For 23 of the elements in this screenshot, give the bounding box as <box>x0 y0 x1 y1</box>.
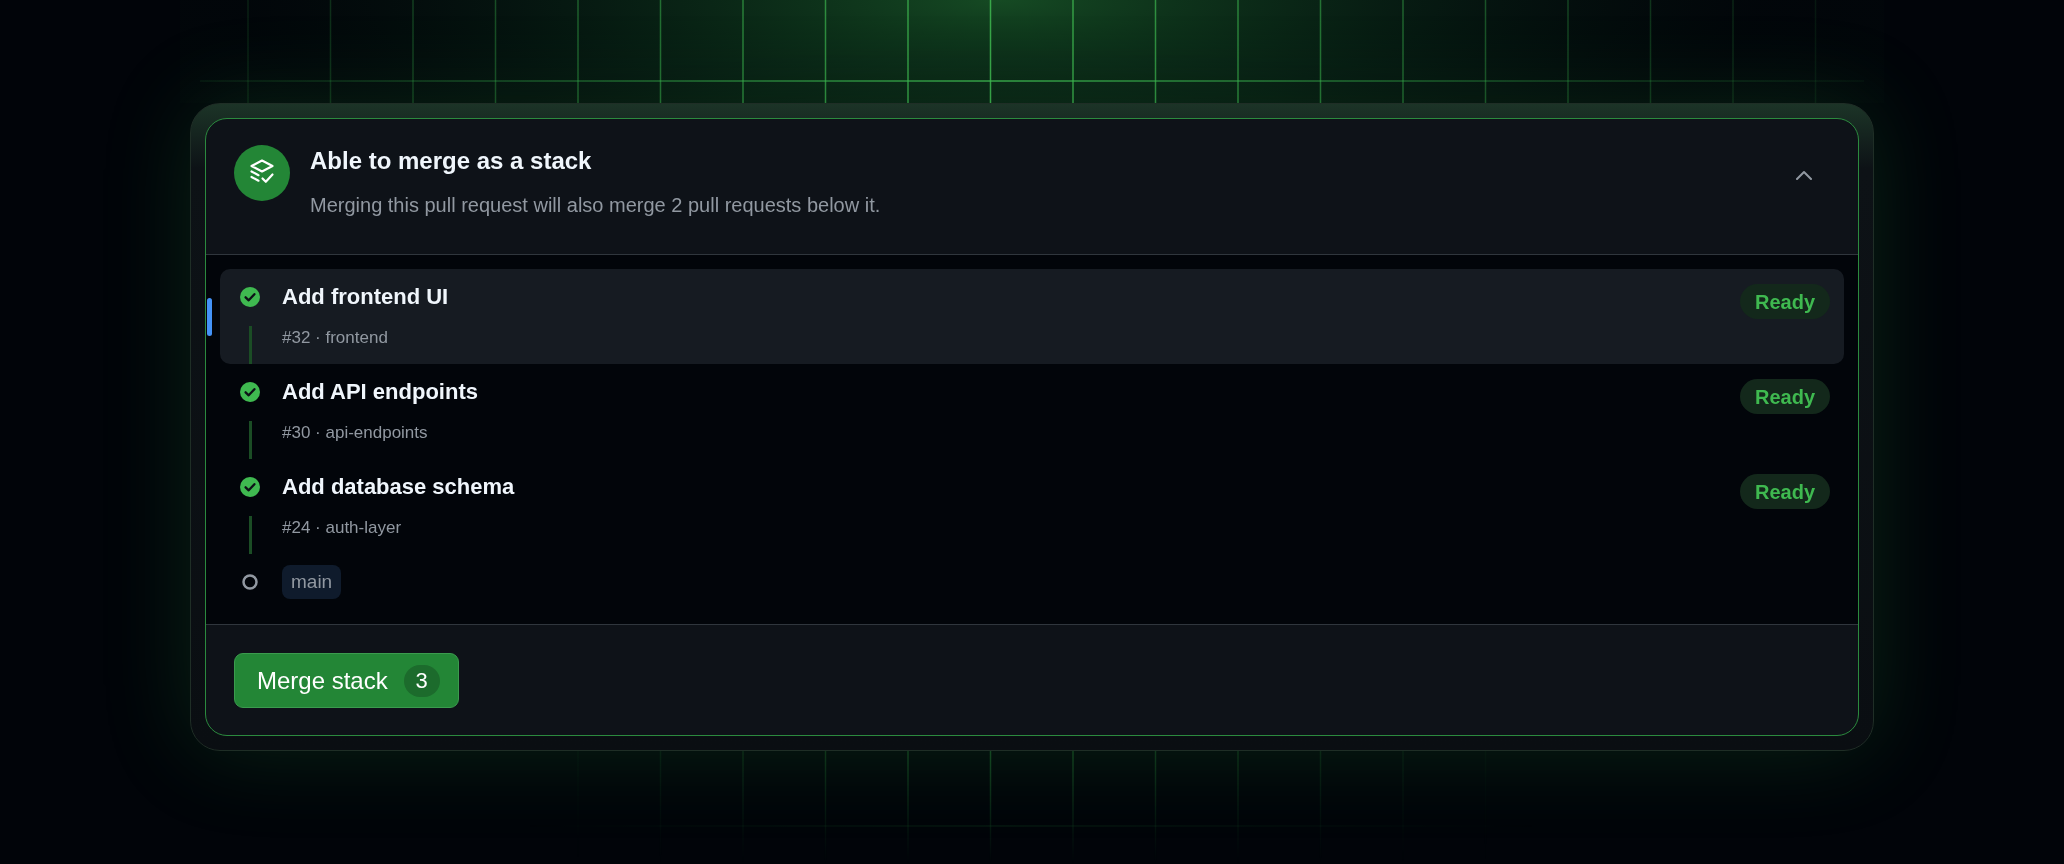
branch-label: main <box>282 565 342 599</box>
connector-line <box>248 421 252 459</box>
pull-request-meta: #24 · auth-layer <box>282 517 403 539</box>
panel-title: Able to merge as a stack <box>310 146 593 176</box>
chevron-up-icon <box>1795 170 1813 180</box>
pull-request-title: Add frontend UI <box>282 283 450 311</box>
ring-icon <box>242 574 258 590</box>
selection-indicator <box>207 298 212 336</box>
connector-line <box>248 326 252 364</box>
pull-request-title: Add API endpoints <box>282 378 479 406</box>
stack-check-icon <box>234 145 290 201</box>
status-badge: Ready <box>1739 474 1830 509</box>
pull-request-meta: #32 · frontend <box>282 327 389 349</box>
pull-request-row[interactable]: Add database schema #24 · auth-layer Ready <box>220 459 1844 554</box>
pull-request-meta: #30 · api-endpoints <box>282 422 429 444</box>
connector-line <box>248 516 252 554</box>
status-badge: Ready <box>1739 284 1830 319</box>
pull-request-title: Add database schema <box>282 473 516 501</box>
status-badge: Ready <box>1739 379 1830 414</box>
panel-description: Merging this pull request will also merge 2 pull requests below it. <box>310 193 882 218</box>
pull-request-row[interactable]: Add API endpoints #30 · api-endpoints Ready <box>220 364 1844 459</box>
count-badge: 3 <box>403 664 440 697</box>
merge-stack-button[interactable]: Merge stack 3 <box>234 653 459 708</box>
